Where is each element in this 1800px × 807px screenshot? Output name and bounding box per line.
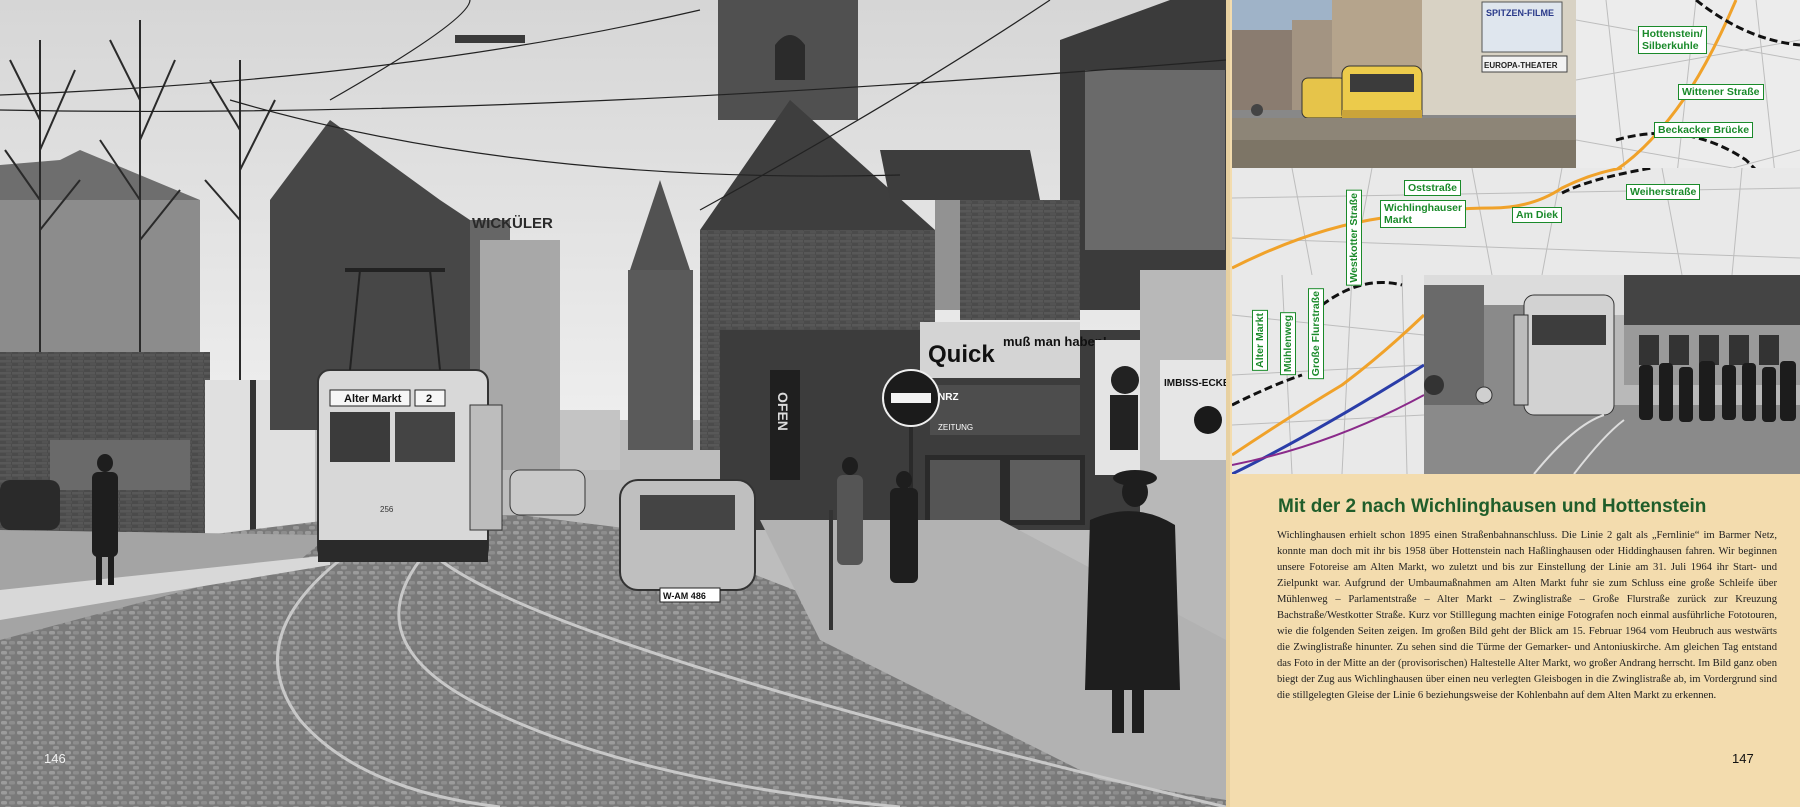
sign-imbiss: IMBISS-ECKE <box>1164 378 1226 389</box>
sign-spitzen-filme: SPITZEN-FILME <box>1486 8 1554 18</box>
map-label-am-diek: Am Diek <box>1512 207 1563 223</box>
map-label-muehlenweg: Mühlenweg <box>1280 312 1296 376</box>
tram-stop-photo <box>1424 275 1800 474</box>
map-label-wittener-strasse: Wittener Straße <box>1678 84 1764 100</box>
article-body: Wichlinghausen erhielt schon 1895 einen … <box>1277 530 1777 701</box>
map-label-beckacker-bruecke: Beckacker Brücke <box>1654 122 1754 138</box>
left-page: WICKÜLER Quick muß man haben! OFEN NRZ Z… <box>0 0 1226 807</box>
article-headline: Mit der 2 nach Wichlinghausen und Hotten… <box>1278 496 1707 517</box>
map-label-alter-markt: Alter Markt <box>1252 310 1268 371</box>
map-label-hottenstein: Hottenstein/ Silberkuhle <box>1638 26 1707 54</box>
sign-quick: Quick <box>928 341 995 368</box>
sign-nrz: NRZ <box>938 392 959 403</box>
page-number-left: 146 <box>44 751 66 766</box>
car-license-plate: W-AM 486 <box>663 591 706 601</box>
map-label-wichlinghauser-markt: Wichlinghauser Markt <box>1380 200 1467 228</box>
top-tram-photo: SPITZEN-FILME EUROPA-THEATER <box>1232 0 1576 168</box>
right-page: SPITZEN-FILME EUROPA-THEATER Hottenstein… <box>1230 0 1800 807</box>
main-photo: WICKÜLER Quick muß man haben! OFEN NRZ Z… <box>0 0 1226 807</box>
page-number-right: 147 <box>1732 751 1754 766</box>
sign-ofen: OFEN <box>775 392 791 431</box>
map-label-weiherstrasse: Weiherstraße <box>1626 184 1701 200</box>
map-label-oststrasse: Oststraße <box>1404 180 1462 196</box>
sign-muss-man-haben: muß man haben! <box>1003 334 1107 349</box>
sign-wickueler: WICKÜLER <box>472 215 553 232</box>
sign-zeitung: ZEITUNG <box>938 423 973 432</box>
book-spread: WICKÜLER Quick muß man haben! OFEN NRZ Z… <box>0 0 1800 807</box>
tram-car-number: 256 <box>380 505 394 514</box>
map-label-grosse-flurstrasse: Große Flurstraße <box>1308 288 1324 380</box>
map-label-westkotter-strasse: Westkotter Straße <box>1346 190 1362 286</box>
tram-line-number: 2 <box>426 393 432 405</box>
route-map-bottom <box>1232 275 1424 474</box>
sign-europa-theater: EUROPA-THEATER <box>1484 61 1558 70</box>
tram-destination-sign: Alter Markt <box>344 393 402 405</box>
